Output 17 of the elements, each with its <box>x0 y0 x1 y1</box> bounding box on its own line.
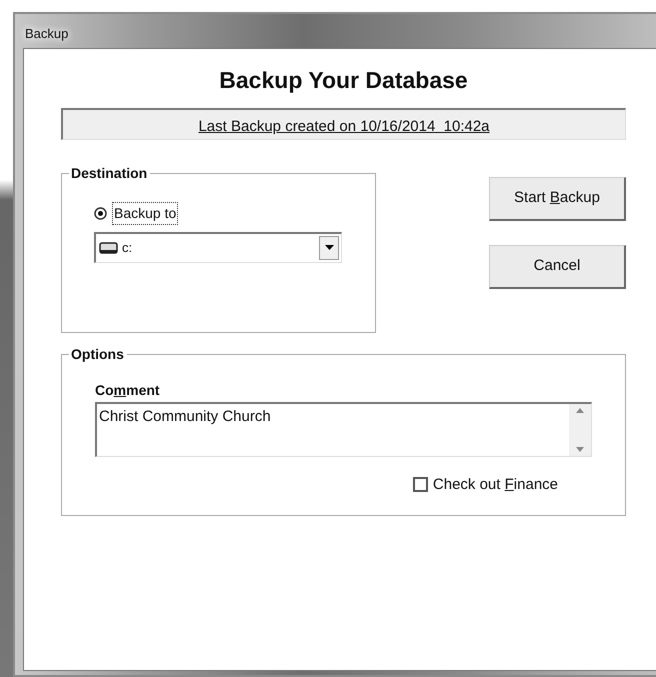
dialog-button[interactable]: Cancel <box>489 244 626 288</box>
scroll-up-icon <box>576 408 584 412</box>
checkbox-icon <box>412 477 428 492</box>
finance-checkbox[interactable]: Check out Finance <box>412 474 558 496</box>
drive-icon <box>99 240 119 254</box>
last-backup-label: Last Backup created on 10/16/2014 10:42a <box>61 108 626 140</box>
dialog-heading: Backup Your Database <box>219 67 468 93</box>
group-legend: Options <box>69 346 127 362</box>
scroll-down-icon <box>576 446 584 452</box>
comment-label: Comment <box>95 380 161 400</box>
drive-dropdown[interactable]: c: <box>94 232 342 262</box>
group-legend: Destination <box>69 164 150 180</box>
dialog-button[interactable]: Start Backup <box>489 176 626 220</box>
window-title: Backup <box>25 26 68 41</box>
caret-icon <box>324 245 334 250</box>
comment-field[interactable]: Christ Community Church <box>95 402 592 456</box>
radio-icon <box>94 206 107 220</box>
